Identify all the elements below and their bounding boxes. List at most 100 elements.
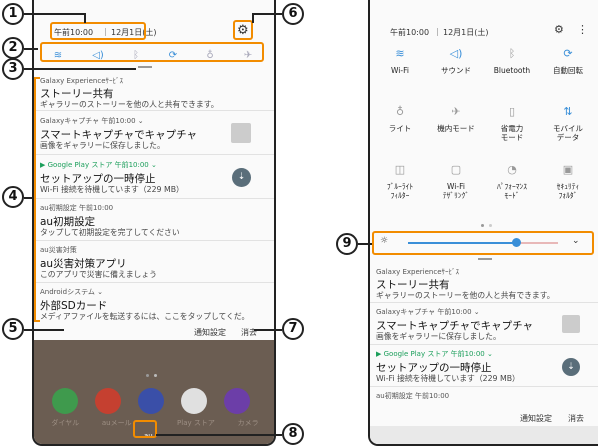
notification-app: Galaxyキャプチャ 午前10:00 ⌄: [40, 117, 144, 125]
phone-notification-panel: 午前10:00 | 12月1日(土) ⚙ ≋ ◁) ᛒ ⟳ ♁ ✈ Galaxy…: [32, 0, 276, 446]
home-screen-background: [370, 426, 598, 444]
quick-tile[interactable]: ◔ ﾊﾟﾌｫｰﾏﾝｽ ﾓｰﾄﾞ: [486, 162, 538, 200]
download-pause-icon: ⇣: [562, 358, 580, 376]
settings-gear-icon[interactable]: ⚙: [554, 23, 564, 36]
notification-text: 画像をギャラリーに保存しました。: [40, 141, 165, 150]
bluetooth-icon: ᛒ: [508, 47, 516, 60]
quick-tile-label: Wi-Fi: [391, 66, 409, 75]
notification-app: ▶ Google Play ストア 午前10:00 ⌄: [40, 161, 157, 169]
notification-app: au初期設定 午前10:00: [40, 204, 114, 212]
status-date: 12月1日(土): [443, 28, 489, 37]
quick-tile-label: 機内モード: [437, 124, 475, 133]
notification-app: Androidシステム ⌄: [40, 288, 103, 296]
notification-item[interactable]: Galaxyキャプチャ 午前10:00 ⌄ スマートキャプチャでキャプチャ 画像…: [34, 111, 274, 155]
performance-icon: ◔: [507, 163, 517, 176]
clear-button[interactable]: 消去: [568, 413, 584, 424]
download-pause-icon: ⇣: [232, 168, 251, 187]
more-options-icon[interactable]: ⋮: [577, 23, 588, 36]
notification-item[interactable]: Galaxy Experienceｻｰﾋﾞｽ ストーリー共有 ギャラリーのストー…: [34, 73, 274, 111]
play-store-app-icon[interactable]: [181, 388, 207, 414]
quick-tile[interactable]: ▢ Wi-Fi ﾃｻﾞﾘﾝｸﾞ: [430, 162, 482, 200]
tethering-icon: ▢: [450, 163, 462, 176]
carrier-highlight: [133, 420, 157, 438]
notification-item[interactable]: ▶ Google Play ストア 午前10:00 ⌄ セットアップの一時停止 …: [34, 155, 274, 199]
quick-tile[interactable]: ♁ ライト: [374, 104, 426, 133]
notification-text: ギャラリーのストーリーを他の人と共有できます。: [376, 291, 555, 300]
quick-tile-label: 省電力 モード: [500, 124, 524, 142]
callout-9: 9: [336, 233, 358, 255]
browser-app-icon[interactable]: [138, 388, 164, 414]
notification-text: ギャラリーのストーリーを他の人と共有できます。: [40, 100, 219, 109]
callout-8: 8: [282, 423, 304, 445]
quick-tile-label: ﾌﾞﾙｰﾗｲﾄ ﾌｨﾙﾀｰ: [386, 182, 414, 200]
quick-tile[interactable]: ≋ Wi-Fi: [374, 46, 426, 75]
quick-tile[interactable]: ◁) サウンド: [430, 46, 482, 75]
wifi-icon: ≋: [395, 47, 405, 60]
notification-thumbnail: [231, 123, 251, 143]
manual-figure: 午前10:00 | 12月1日(土) ⚙ ≋ ◁) ᛒ ⟳ ♁ ✈ Galaxy…: [0, 0, 598, 446]
quick-tile[interactable]: ◫ ﾌﾞﾙｰﾗｲﾄ ﾌｨﾙﾀｰ: [374, 162, 426, 200]
quick-tile[interactable]: ▯ 省電力 モード: [486, 104, 538, 142]
notification-footer: 通知設定 消去: [34, 324, 274, 340]
quick-tile-label: サウンド: [441, 66, 471, 75]
quick-tile[interactable]: ᛒ Bluetooth: [486, 46, 538, 75]
settings-highlight: [233, 20, 253, 40]
mail-app-icon[interactable]: [95, 388, 121, 414]
phone-app-icon[interactable]: [52, 388, 78, 414]
secure-folder-icon: ▣: [562, 163, 574, 176]
flashlight-icon: ♁: [395, 105, 405, 118]
quick-tile-label: ｾｷｭﾘﾃｨ ﾌｫﾙﾀﾞ: [556, 182, 580, 200]
status-highlight: [50, 22, 146, 40]
notification-text: 画像をギャラリーに保存しました。: [376, 332, 501, 341]
callout-4: 4: [2, 186, 24, 208]
notification-app: Galaxyキャプチャ 午前10:00 ⌄: [376, 308, 480, 316]
callout-7: 7: [282, 318, 304, 340]
quick-tile-label: Bluetooth: [493, 66, 531, 75]
notification-settings-button[interactable]: 通知設定: [520, 413, 552, 424]
quick-tile-label: Wi-Fi ﾃｻﾞﾘﾝｸﾞ: [442, 182, 470, 200]
quick-tile[interactable]: ✈ 機内モード: [430, 104, 482, 133]
notification-text: Wi-Fi 接続を待機しています（229 MB）: [376, 374, 520, 383]
camera-app-icon[interactable]: [224, 388, 250, 414]
callout-2: 2: [2, 37, 24, 59]
notification-app: Galaxy Experienceｻｰﾋﾞｽ: [376, 268, 459, 276]
notification-item[interactable]: au初期設定 午前10:00: [370, 387, 598, 409]
quick-tile-label: ﾊﾟﾌｫｰﾏﾝｽ ﾓｰﾄﾞ: [497, 182, 527, 200]
quick-tile-label: ライト: [388, 124, 412, 133]
notification-item[interactable]: au災害対策 au災害対策アプリ このアプリで災害に備えましょう: [34, 241, 274, 283]
notification-text: Wi-Fi 接続を待機しています（229 MB）: [40, 185, 184, 194]
blue-light-icon: ◫: [394, 163, 406, 176]
notification-item[interactable]: au初期設定 午前10:00 au初期設定 タップして初期設定を完了してください: [34, 199, 274, 241]
rotate-icon: ⟳: [563, 47, 573, 60]
quick-tile[interactable]: ⟳ 自動回転: [542, 46, 594, 75]
notification-footer: 通知設定 消去: [370, 410, 598, 426]
notification-item[interactable]: Galaxyキャプチャ 午前10:00 ⌄ スマートキャプチャでキャプチャ 画像…: [370, 303, 598, 345]
callout-6: 6: [282, 3, 304, 25]
callout-1: 1: [2, 3, 24, 25]
notification-item[interactable]: Androidシステム ⌄ 外部SDカード メディアファイルを転送するには、ここ…: [34, 283, 274, 323]
notification-app: ▶ Google Play ストア 午前10:00 ⌄: [376, 350, 493, 358]
quick-tile-label: モバイル データ: [553, 124, 583, 142]
callout-5: 5: [2, 318, 24, 340]
quick-tile-label: 自動回転: [553, 66, 583, 75]
notification-app: au災害対策: [40, 246, 77, 254]
panel-handle[interactable]: [138, 66, 152, 68]
callout-3: 3: [2, 58, 24, 80]
phone-quick-panel: 午前10:00 | 12月1日(土) ⚙ ⋮ ≋ Wi-Fi ◁) サウンド ᛒ Blue…: [368, 0, 598, 446]
notification-app: au初期設定 午前10:00: [376, 392, 450, 400]
notification-thumbnail: [562, 315, 580, 333]
quick-settings-highlight: [40, 42, 264, 62]
brightness-highlight: [372, 231, 594, 255]
quick-tile[interactable]: ⇅ モバイル データ: [542, 104, 594, 142]
notification-text: タップして初期設定を完了してください: [40, 228, 180, 237]
quick-tile[interactable]: ▣ ｾｷｭﾘﾃｨ ﾌｫﾙﾀﾞ: [542, 162, 594, 200]
status-time: 午前10:00: [390, 28, 430, 37]
notification-settings-button[interactable]: 通知設定: [194, 327, 226, 338]
notification-list: Galaxy Experienceｻｰﾋﾞｽ ストーリー共有 ギャラリーのストー…: [34, 73, 274, 323]
notification-item[interactable]: ▶ Google Play ストア 午前10:00 ⌄ セットアップの一時停止 …: [370, 345, 598, 387]
notification-item[interactable]: Galaxy Experienceｻｰﾋﾞｽ ストーリー共有 ギャラリーのストー…: [370, 264, 598, 303]
notification-app: Galaxy Experienceｻｰﾋﾞｽ: [40, 77, 123, 85]
panel-handle[interactable]: [478, 258, 492, 260]
notifications-bracket: [34, 77, 36, 322]
airplane-icon: ✈: [451, 105, 461, 118]
